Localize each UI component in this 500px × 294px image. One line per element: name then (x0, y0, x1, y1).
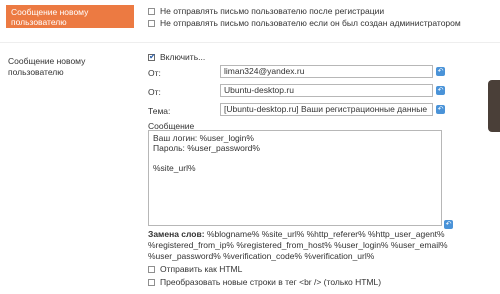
message-textarea[interactable]: Ваш логин: %user_login% Пароль: %user_pa… (148, 130, 442, 226)
replace-line-1: %blogname% %site_url% %http_referer% %ht… (206, 229, 445, 239)
reset-arrow-icon[interactable]: ↶ (436, 67, 445, 76)
from-email-label: От: (148, 68, 161, 78)
from-name-label: От: (148, 87, 161, 97)
side-panel-tab[interactable] (488, 80, 500, 132)
from-email-input[interactable]: liman324@yandex.ru (220, 65, 433, 78)
enable-label: Включить... (160, 52, 206, 62)
enable-checkbox[interactable] (148, 52, 156, 61)
no-email-if-admin-created-checkbox[interactable] (148, 20, 155, 27)
reset-arrow-icon[interactable]: ↶ (436, 86, 445, 95)
no-email-after-registration-label: Не отправлять письмо пользователю после … (160, 6, 385, 16)
replacement-variables: Замена слов: %blogname% %site_url% %http… (148, 229, 468, 240)
replace-label: Замена слов: (148, 229, 205, 239)
reset-arrow-icon[interactable]: ↶ (444, 220, 453, 229)
reset-arrow-icon[interactable]: ↶ (436, 105, 445, 114)
convert-newlines-label: Преобразовать новые строки в тег <br /> … (160, 277, 382, 287)
section-title: Сообщение новому пользователю (6, 5, 134, 28)
subject-input[interactable]: [Ubuntu-desktop.ru] Ваши регистрационные… (220, 103, 433, 116)
subject-label: Тема: (148, 106, 171, 116)
convert-newlines-checkbox[interactable] (148, 279, 155, 286)
section-divider (0, 42, 500, 43)
from-name-input[interactable]: Ubuntu-desktop.ru (220, 84, 433, 97)
message-block-title: Сообщение новому пользователю (8, 56, 86, 77)
send-as-html-label: Отправить как HTML (160, 264, 243, 274)
no-email-if-admin-created-label: Не отправлять письмо пользователю если о… (160, 18, 461, 28)
no-email-after-registration-checkbox[interactable] (148, 8, 155, 15)
replace-line-3: %user_password% %verification_code% %ver… (148, 251, 375, 261)
replace-line-2: %registered_from_ip% %registered_from_ho… (148, 240, 448, 250)
send-as-html-checkbox[interactable] (148, 266, 155, 273)
